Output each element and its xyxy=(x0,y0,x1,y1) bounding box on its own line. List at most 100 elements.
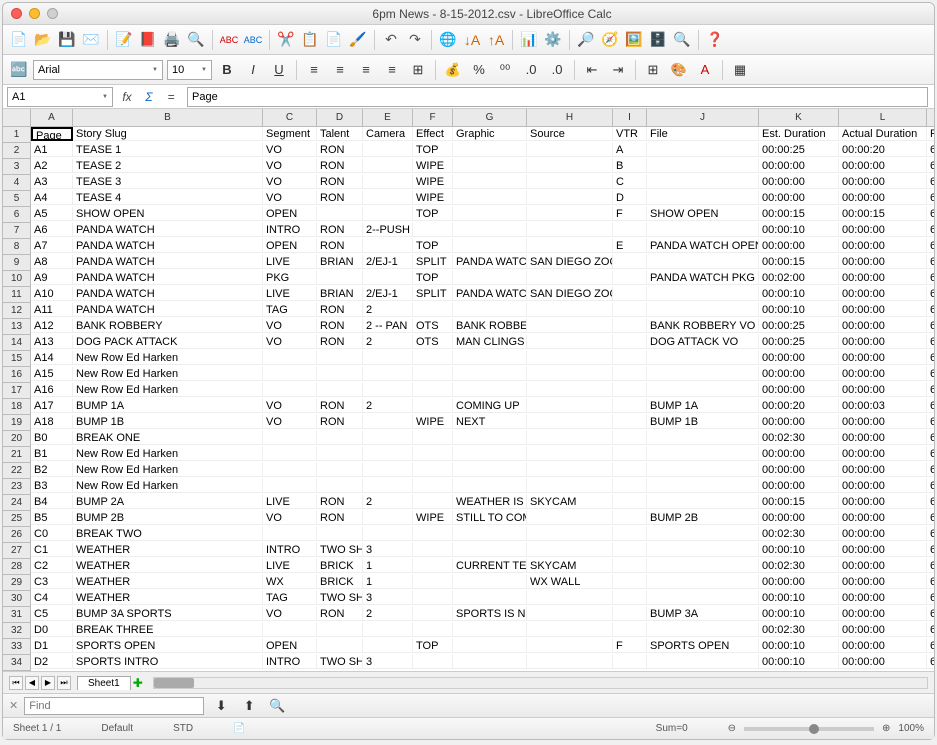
cell-A18[interactable]: A17 xyxy=(31,399,73,413)
cell-K4[interactable]: 00:00:00 xyxy=(759,175,839,189)
cell-last-25[interactable]: 6:07: xyxy=(927,511,934,525)
cell-J27[interactable] xyxy=(647,543,759,557)
cell-H6[interactable] xyxy=(527,207,613,221)
cell-H20[interactable] xyxy=(527,431,613,445)
cell-J23[interactable] xyxy=(647,479,759,493)
cell-A7[interactable]: A6 xyxy=(31,223,73,237)
cell-K14[interactable]: 00:00:25 xyxy=(759,335,839,349)
fontcolor-icon[interactable]: A xyxy=(694,60,716,80)
cell-D9[interactable]: BRIAN xyxy=(317,255,363,269)
row-header-2[interactable]: 2 xyxy=(3,143,31,159)
cell-last-6[interactable]: 6:00: xyxy=(927,207,934,221)
cell-B25[interactable]: BUMP 2B xyxy=(73,511,263,525)
cell-D12[interactable]: RON xyxy=(317,303,363,317)
cell-E7[interactable]: 2--PUSH xyxy=(363,223,413,237)
cell-L12[interactable]: 00:00:00 xyxy=(839,303,927,317)
row-header-12[interactable]: 12 xyxy=(3,303,31,319)
cell-F17[interactable] xyxy=(413,383,453,397)
cell-C18[interactable]: VO xyxy=(263,399,317,413)
row-header-4[interactable]: 4 xyxy=(3,175,31,191)
cell-E13[interactable]: 2 -- PAN xyxy=(363,319,413,333)
cell-H8[interactable] xyxy=(527,239,613,253)
sort-desc-icon[interactable]: ↑A xyxy=(486,30,506,50)
cell-A27[interactable]: C1 xyxy=(31,543,73,557)
cell-L13[interactable]: 00:00:00 xyxy=(839,319,927,333)
cell-E12[interactable]: 2 xyxy=(363,303,413,317)
cell-C24[interactable]: LIVE xyxy=(263,495,317,509)
cell-E29[interactable]: 1 xyxy=(363,575,413,589)
cell-I3[interactable]: B xyxy=(613,159,647,173)
indent-inc-icon[interactable]: ⇥ xyxy=(607,60,629,80)
cell-D6[interactable] xyxy=(317,207,363,221)
cell-J31[interactable]: BUMP 3A xyxy=(647,607,759,621)
cell-E20[interactable] xyxy=(363,431,413,445)
preview-icon[interactable]: 🔍 xyxy=(186,30,206,50)
cell-last-19[interactable]: 6:04: xyxy=(927,415,934,429)
cell-E22[interactable] xyxy=(363,463,413,477)
row-header-18[interactable]: 18 xyxy=(3,399,31,415)
cell-L25[interactable]: 00:00:00 xyxy=(839,511,927,525)
tab-last-icon[interactable]: ⏭ xyxy=(57,676,71,690)
cell-H3[interactable] xyxy=(527,159,613,173)
cell-F1[interactable]: Effect xyxy=(413,127,453,141)
row-header-20[interactable]: 20 xyxy=(3,431,31,447)
open-icon[interactable]: 📂 xyxy=(33,30,53,50)
cell-I28[interactable] xyxy=(613,559,647,573)
cell-A1[interactable]: Page xyxy=(31,127,73,141)
cell-D18[interactable]: RON xyxy=(317,399,363,413)
row-header-13[interactable]: 13 xyxy=(3,319,31,335)
cell-H11[interactable]: SAN DIEGO ZOO xyxy=(527,287,613,301)
cell-E14[interactable]: 2 xyxy=(363,335,413,349)
cell-E28[interactable]: 1 xyxy=(363,559,413,573)
cell-D19[interactable]: RON xyxy=(317,415,363,429)
print-icon[interactable]: 🖨️ xyxy=(162,30,182,50)
cell-last-27[interactable]: 6:09: xyxy=(927,543,934,557)
cell-B16[interactable]: New Row Ed Harken xyxy=(73,367,263,381)
cell-G15[interactable] xyxy=(453,351,527,365)
cell-F21[interactable] xyxy=(413,447,453,461)
copy-icon[interactable]: 📋 xyxy=(300,30,320,50)
cell-last-22[interactable]: 6:07: xyxy=(927,463,934,477)
cell-J2[interactable] xyxy=(647,143,759,157)
cell-I14[interactable] xyxy=(613,335,647,349)
cell-B8[interactable]: PANDA WATCH xyxy=(73,239,263,253)
indent-dec-icon[interactable]: ⇤ xyxy=(581,60,603,80)
cell-last-21[interactable]: 6:07: xyxy=(927,447,934,461)
row-header-16[interactable]: 16 xyxy=(3,367,31,383)
cell-F6[interactable]: TOP xyxy=(413,207,453,221)
cell-L24[interactable]: 00:00:00 xyxy=(839,495,927,509)
cell-L23[interactable]: 00:00:00 xyxy=(839,479,927,493)
cell-K17[interactable]: 00:00:00 xyxy=(759,383,839,397)
cell-A2[interactable]: A1 xyxy=(31,143,73,157)
spellcheck-icon[interactable]: ABC xyxy=(219,30,239,50)
autospell-icon[interactable]: ABC xyxy=(243,30,263,50)
cell-H32[interactable] xyxy=(527,623,613,637)
col-header-C[interactable]: C xyxy=(263,109,317,127)
cell-D16[interactable] xyxy=(317,367,363,381)
grid[interactable]: ABCDEFGHIJKL1PageStory SlugSegmentTalent… xyxy=(3,109,934,671)
cell-H4[interactable] xyxy=(527,175,613,189)
cell-F3[interactable]: WIPE xyxy=(413,159,453,173)
cell-C16[interactable] xyxy=(263,367,317,381)
cell-L32[interactable]: 00:00:00 xyxy=(839,623,927,637)
cell-F8[interactable]: TOP xyxy=(413,239,453,253)
cell-G24[interactable]: WEATHER IS xyxy=(453,495,527,509)
cell-K29[interactable]: 00:00:00 xyxy=(759,575,839,589)
cell-L30[interactable]: 00:00:00 xyxy=(839,591,927,605)
cell-D21[interactable] xyxy=(317,447,363,461)
cell-K22[interactable]: 00:00:00 xyxy=(759,463,839,477)
cell-H18[interactable] xyxy=(527,399,613,413)
cell-B26[interactable]: BREAK TWO xyxy=(73,527,263,541)
cell-B2[interactable]: TEASE 1 xyxy=(73,143,263,157)
cell-F9[interactable]: SPLIT xyxy=(413,255,453,269)
undo-icon[interactable]: ↶ xyxy=(381,30,401,50)
cell-D30[interactable]: TWO SH xyxy=(317,591,363,605)
cell-C31[interactable]: VO xyxy=(263,607,317,621)
currency-icon[interactable]: 💰 xyxy=(442,60,464,80)
cell-I8[interactable]: E xyxy=(613,239,647,253)
cell-J32[interactable] xyxy=(647,623,759,637)
cell-K30[interactable]: 00:00:10 xyxy=(759,591,839,605)
bgcolor-icon[interactable]: 🎨 xyxy=(668,60,690,80)
cell-D33[interactable] xyxy=(317,639,363,653)
row-header-28[interactable]: 28 xyxy=(3,559,31,575)
